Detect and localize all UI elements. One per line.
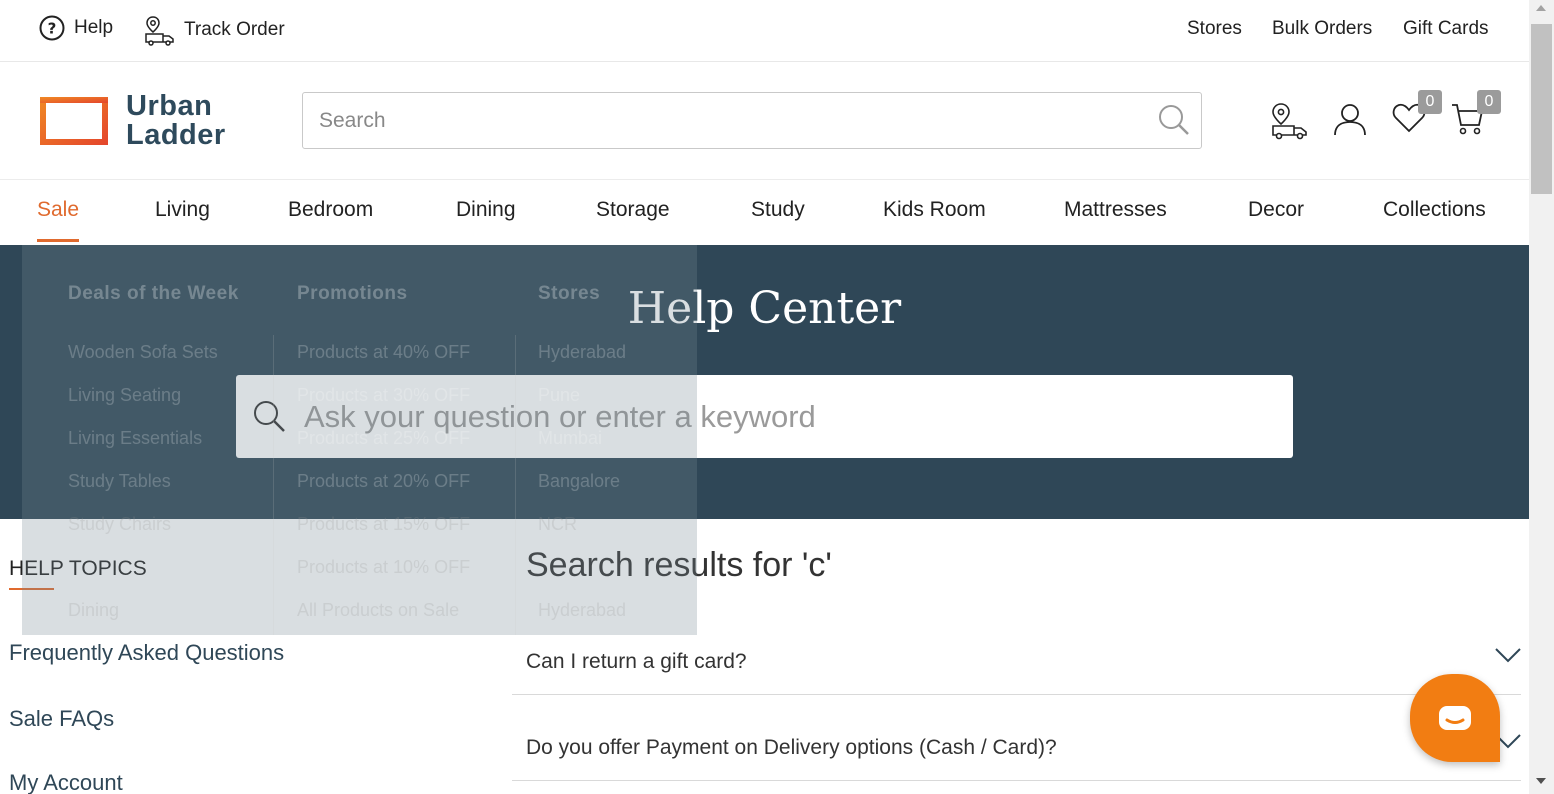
menu-item[interactable]: NCR <box>538 514 577 535</box>
sidebar-link-faq[interactable]: Frequently Asked Questions <box>9 640 284 666</box>
help-icon: ? <box>39 15 65 41</box>
nav-item-decor[interactable]: Decor <box>1248 198 1304 222</box>
menu-item[interactable]: Mumbai <box>538 428 602 449</box>
nav-item-collections[interactable]: Collections <box>1383 198 1486 222</box>
search-icon[interactable] <box>1157 103 1191 142</box>
faq-question[interactable]: Can I return a gift card? <box>526 650 747 674</box>
menu-item[interactable]: Pune <box>538 385 580 406</box>
menu-heading-promotions: Promotions <box>297 283 408 304</box>
menu-item[interactable]: Living Seating <box>68 385 181 406</box>
help-link[interactable]: ? Help <box>38 14 113 42</box>
menu-item[interactable]: All Products on Sale <box>297 600 459 621</box>
active-nav-indicator <box>37 239 79 242</box>
chevron-down-icon[interactable] <box>1495 647 1521 668</box>
menu-heading-deals: Deals of the Week <box>68 283 239 304</box>
faq-item[interactable]: Do you offer Payment on Delivery options… <box>512 695 1521 781</box>
nav-item-bedroom[interactable]: Bedroom <box>288 198 373 222</box>
sale-mega-menu: Deals of the Week Wooden Sofa Sets Livin… <box>22 245 697 635</box>
cart-icon[interactable]: 0 <box>1451 90 1501 141</box>
wishlist-icon[interactable]: 0 <box>1392 90 1442 139</box>
svg-text:?: ? <box>48 20 57 38</box>
track-order-link[interactable]: Track Order <box>144 14 285 46</box>
logo-text-line2: Ladder <box>126 119 226 151</box>
menu-item[interactable]: Products at 25% OFF <box>297 428 470 449</box>
logo-text-line1: Urban <box>126 90 213 122</box>
site-search <box>302 92 1202 149</box>
track-order-label: Track Order <box>184 19 285 40</box>
nav-item-living[interactable]: Living <box>155 198 210 222</box>
menu-divider <box>515 335 516 635</box>
menu-item[interactable]: Wooden Sofa Sets <box>68 342 218 363</box>
menu-item[interactable]: Dining <box>68 600 119 621</box>
menu-item[interactable]: Living Essentials <box>68 428 202 449</box>
logo-mark-icon <box>38 95 110 147</box>
stores-link[interactable]: Stores <box>1187 18 1242 40</box>
cart-count-badge: 0 <box>1477 90 1501 114</box>
chat-widget-button[interactable] <box>1410 674 1500 762</box>
chat-bubble-icon <box>1439 706 1471 730</box>
menu-item[interactable]: Hyderabad <box>538 600 626 621</box>
sidebar-link-my-account[interactable]: My Account <box>9 770 123 794</box>
main-header: Urban Ladder 0 <box>0 62 1529 180</box>
category-nav: Sale Living Bedroom Dining Storage Study… <box>0 180 1529 245</box>
sidebar-link-sale-faqs[interactable]: Sale FAQs <box>9 706 114 732</box>
menu-item[interactable]: Study Tables <box>68 471 171 492</box>
nav-item-storage[interactable]: Storage <box>596 198 670 222</box>
search-input[interactable] <box>303 93 1123 148</box>
nav-item-kids-room[interactable]: Kids Room <box>883 198 986 222</box>
menu-item[interactable]: Products at 15% OFF <box>297 514 470 535</box>
menu-heading-stores: Stores <box>538 283 601 304</box>
utility-bar: ? Help Track Order Stores Bulk Orders Gi… <box>0 0 1529 62</box>
nav-item-study[interactable]: Study <box>751 198 805 222</box>
faq-question[interactable]: Do you offer Payment on Delivery options… <box>526 736 1057 760</box>
bulk-orders-link[interactable]: Bulk Orders <box>1272 18 1372 40</box>
menu-item[interactable]: Hyderabad <box>538 342 626 363</box>
nav-item-sale[interactable]: Sale <box>37 198 79 222</box>
scroll-up-arrow-icon[interactable] <box>1536 5 1546 11</box>
scrollbar-thumb[interactable] <box>1531 24 1552 194</box>
scroll-down-arrow-icon[interactable] <box>1536 778 1546 784</box>
menu-item[interactable]: Products at 40% OFF <box>297 342 470 363</box>
urban-ladder-logo[interactable]: Urban Ladder <box>38 92 226 150</box>
menu-item[interactable]: Products at 30% OFF <box>297 385 470 406</box>
menu-item[interactable]: Study Chairs <box>68 514 171 535</box>
menu-item[interactable]: Products at 10% OFF <box>297 557 470 578</box>
nav-item-dining[interactable]: Dining <box>456 198 516 222</box>
store-locator-icon[interactable] <box>1270 102 1310 145</box>
menu-item[interactable]: Products at 20% OFF <box>297 471 470 492</box>
nav-item-mattresses[interactable]: Mattresses <box>1064 198 1167 222</box>
account-icon[interactable] <box>1333 102 1367 141</box>
menu-divider <box>273 335 274 635</box>
help-label: Help <box>74 17 114 38</box>
delivery-truck-icon <box>145 16 174 46</box>
wishlist-count-badge: 0 <box>1418 90 1442 114</box>
gift-cards-link[interactable]: Gift Cards <box>1403 18 1489 40</box>
menu-item[interactable]: Bangalore <box>538 471 620 492</box>
